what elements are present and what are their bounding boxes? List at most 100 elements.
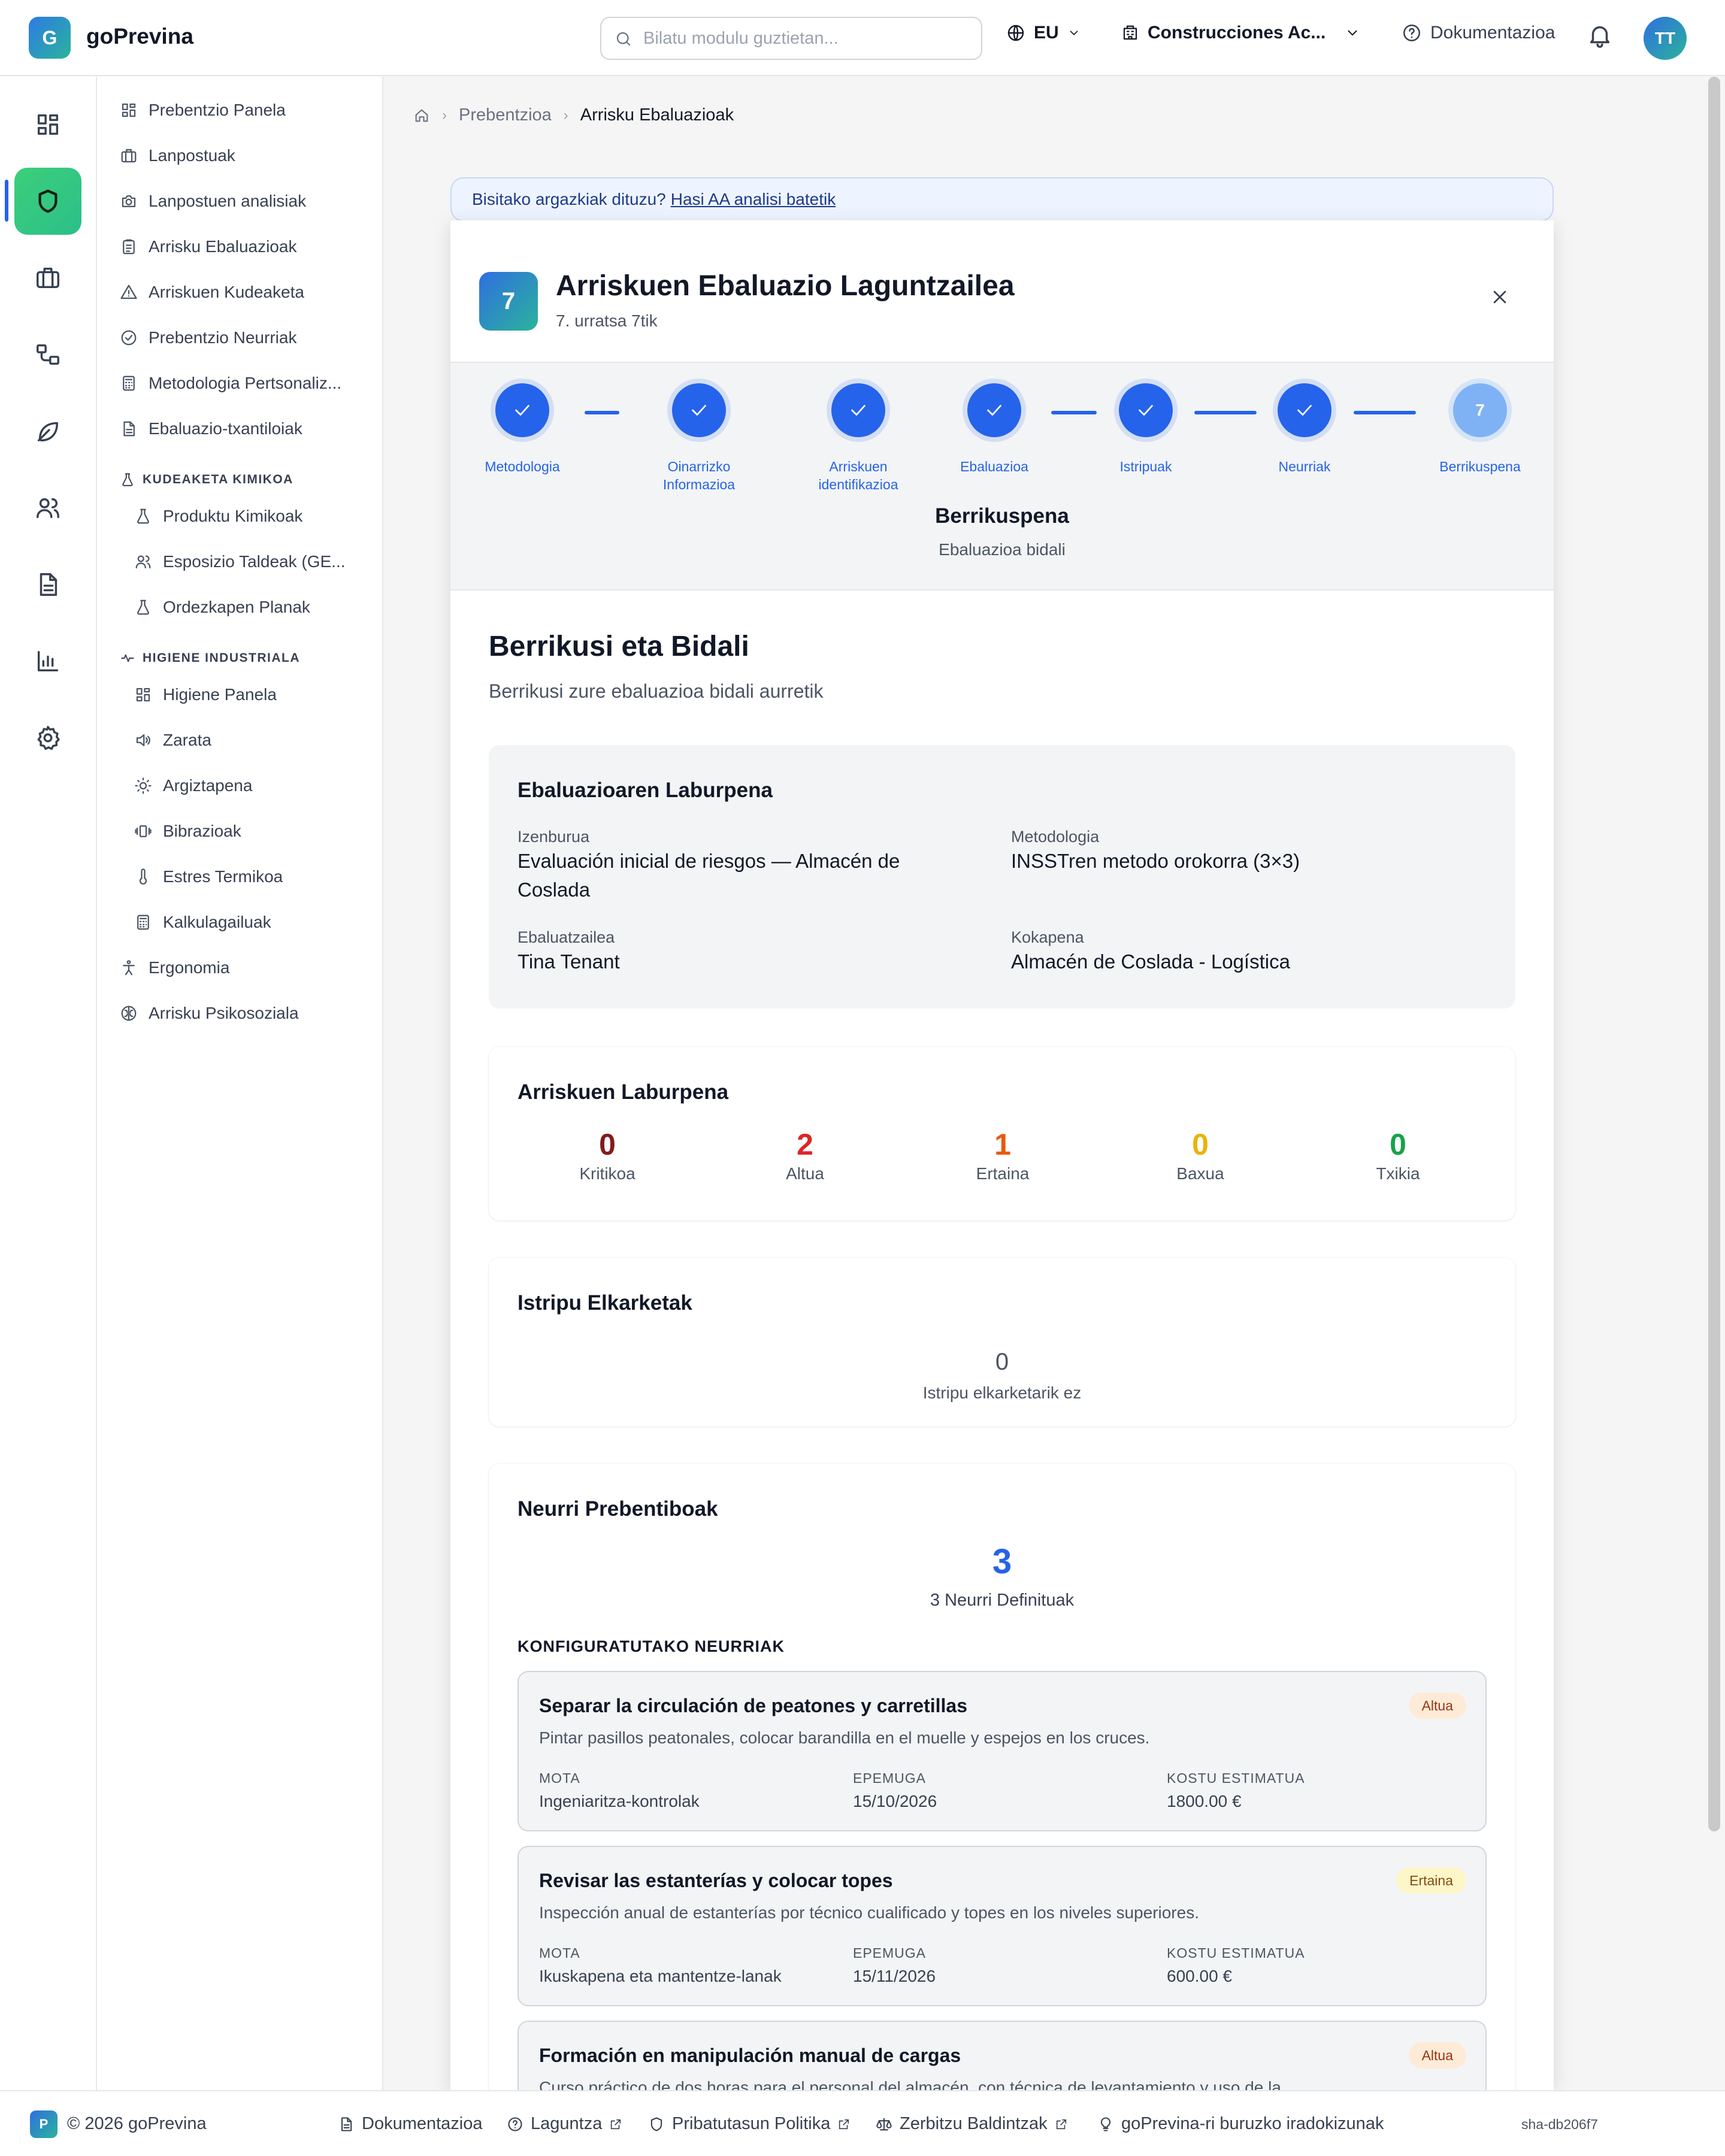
step-number-badge: 7 [479,272,538,331]
shield-icon[interactable] [14,168,81,235]
measure-title: Separar la circulación de peatones y car… [539,1695,968,1716]
sidebar-item-noise[interactable]: Zarata [134,731,211,750]
close-icon[interactable] [1489,286,1511,308]
assessment-summary-card: Ebaluazioaren Laburpena Izenburua Evalua… [489,745,1515,1009]
sidebar-item-calculators[interactable]: Kalkulagailuak [134,913,271,932]
ai-analysis-banner: Bisitako argazkiak dituzu? Hasi AA anali… [450,177,1554,222]
sidebar-item-prevention-dashboard[interactable]: Prebentzio Panela [120,101,286,120]
footer-privacy-link[interactable]: Pribatutasun Politika [648,2114,851,2134]
risk-level-trivial: 0 Txikia [1299,1127,1497,1183]
cost-value: 600.00 € [1167,1967,1232,1985]
footer-suggestions-link[interactable]: goPrevina-ri buruzko iradokizunak [1097,2114,1384,2134]
language-selector[interactable]: EU [1006,23,1081,43]
chevron-down-icon [1067,26,1081,40]
sidebar-item-label: Ebaluazio-txantiloiak [149,419,302,438]
risk-count: 0 [1192,1128,1209,1161]
step-accidents[interactable]: Istripuak [1074,383,1218,476]
sidebar-item-chemical-products[interactable]: Produktu Kimikoak [134,507,302,526]
documentation-label: Dokumentazioa [1430,23,1555,43]
sidebar-item-psychosocial-risk[interactable]: Arrisku Psikosoziala [120,1004,299,1023]
step-number: 7 [1453,383,1507,437]
dashboard-icon [120,101,138,119]
start-ai-analysis-link[interactable]: Hasi AA analisi batetik [671,190,836,209]
step-evaluation[interactable]: Ebaluazioa [922,383,1066,476]
sidebar-item-label: Kalkulagailuak [163,913,271,931]
users-icon[interactable] [14,474,81,541]
sidebar-item-workplaces[interactable]: Lanpostuak [120,146,235,165]
step-label: Ebaluazioa [960,459,1028,474]
risk-label: Txikia [1376,1164,1420,1183]
modal-title: Arriskuen Ebaluazio Laguntzailea [556,270,1015,302]
help-circle-icon [507,2116,523,2133]
bell-icon[interactable] [1586,22,1614,49]
sidebar-item-label: Arrisku Ebaluazioak [149,237,297,256]
flask-icon [134,598,152,616]
sidebar-item-substitution-plans[interactable]: Ordezkapen Planak [134,598,310,617]
sidebar-item-risk-management[interactable]: Arriskuen Kudeaketa [120,283,304,302]
sidebar-item-hygiene-dashboard[interactable]: Higiene Panela [134,685,277,704]
measure-item[interactable]: Revisar las estanterías y colocar topes … [518,1846,1487,2006]
bar-chart-icon[interactable] [14,628,81,695]
sidebar-item-assessment-templates[interactable]: Ebaluazio-txantiloiak [120,419,302,438]
gear-icon[interactable] [14,704,81,771]
step-review[interactable]: 7 Berrikuspena [1408,383,1552,476]
home-icon[interactable] [413,107,430,124]
sidebar-item-prevention-measures[interactable]: Prebentzio Neurriak [120,328,296,347]
sidebar-item-lighting[interactable]: Argiztapena [134,776,252,795]
page-scrollbar[interactable] [1708,77,1720,1831]
risk-summary-card: Arriskuen Laburpena 0 Kritikoa 2 Altua 1… [489,1047,1515,1221]
risk-count: 2 [797,1128,813,1161]
location-label: Kokapena [1011,928,1084,946]
sidebar-item-label: Zarata [163,731,211,749]
sidebar-item-workplace-analyses[interactable]: Lanpostuen analisiak [120,192,306,211]
user-avatar[interactable]: TT [1644,17,1687,60]
check-icon [967,383,1021,437]
breadcrumb-current: Arrisku Ebaluazioak [580,105,734,125]
step-measures[interactable]: Neurriak [1233,383,1376,476]
workflow-icon[interactable] [14,321,81,388]
sidebar-item-ergonomics[interactable]: Ergonomia [120,958,229,977]
priority-badge: Altua [1408,1692,1466,1719]
grid-icon[interactable] [14,91,81,158]
footer-help-link[interactable]: Laguntza [507,2114,622,2134]
step-methodology[interactable]: Metodologia [450,383,594,476]
risk-label: Ertaina [976,1164,1030,1183]
chevron-down-icon [1345,25,1360,41]
footer-link-label: Zerbitzu Baldintzak [900,2114,1048,2133]
step-risk-identification[interactable]: Arriskuen identifikazioa [786,383,930,493]
sidebar-item-exposure-groups[interactable]: Esposizio Taldeak (GE... [134,552,346,571]
measure-title: Revisar las estanterías y colocar topes [539,1870,893,1891]
section-chemical-management: KUDEAKETA KIMIKOA [120,472,293,487]
sidebar-item-custom-methodology[interactable]: Metodologia Pertsonaliz... [120,374,341,393]
sidebar-item-thermal-stress[interactable]: Estres Termikoa [134,867,283,886]
risk-level-medium: 1 Ertaina [904,1127,1101,1183]
sidebar-item-vibrations[interactable]: Bibrazioak [134,822,241,841]
check-icon [1119,383,1173,437]
global-search[interactable] [600,17,982,60]
step-basic-info[interactable]: Oinarrizko Informazioa [627,383,771,493]
company-selector[interactable]: Construcciones Ac... [1121,23,1360,43]
app-name[interactable]: goPrevina [86,24,193,49]
footer-link-label: goPrevina-ri buruzko iradokizunak [1121,2114,1384,2133]
risk-level-critical: 0 Kritikoa [509,1127,706,1183]
sidebar-item-label: Arrisku Psikosoziala [149,1004,299,1022]
breadcrumb-parent[interactable]: Prebentzioa [459,105,552,125]
review-title: Berrikusi eta Bidali [489,631,749,662]
briefcase-icon[interactable] [14,244,81,311]
leaf-icon[interactable] [14,398,81,465]
sidebar-item-risk-assessments[interactable]: Arrisku Ebaluazioak [120,237,296,256]
measure-title: Formación en manipulación manual de carg… [539,2045,961,2066]
risk-label: Altua [786,1164,824,1183]
app-logo[interactable]: G [29,17,71,59]
footer-docs-link[interactable]: Dokumentazioa [338,2114,483,2134]
sun-icon [134,777,152,795]
measure-item[interactable]: Separar la circulación de peatones y car… [518,1671,1487,1831]
methodology-value: INSSTren metodo orokorra (3×3) [1011,850,1300,872]
check-icon [672,383,726,437]
document-icon[interactable] [14,551,81,618]
search-input[interactable] [643,25,967,52]
footer-logo: P [30,2110,58,2138]
breadcrumb: › Prebentzioa › Arrisku Ebaluazioak [413,105,734,125]
documentation-link[interactable]: Dokumentazioa [1402,23,1555,43]
footer-terms-link[interactable]: Zerbitzu Baldintzak [876,2114,1068,2134]
